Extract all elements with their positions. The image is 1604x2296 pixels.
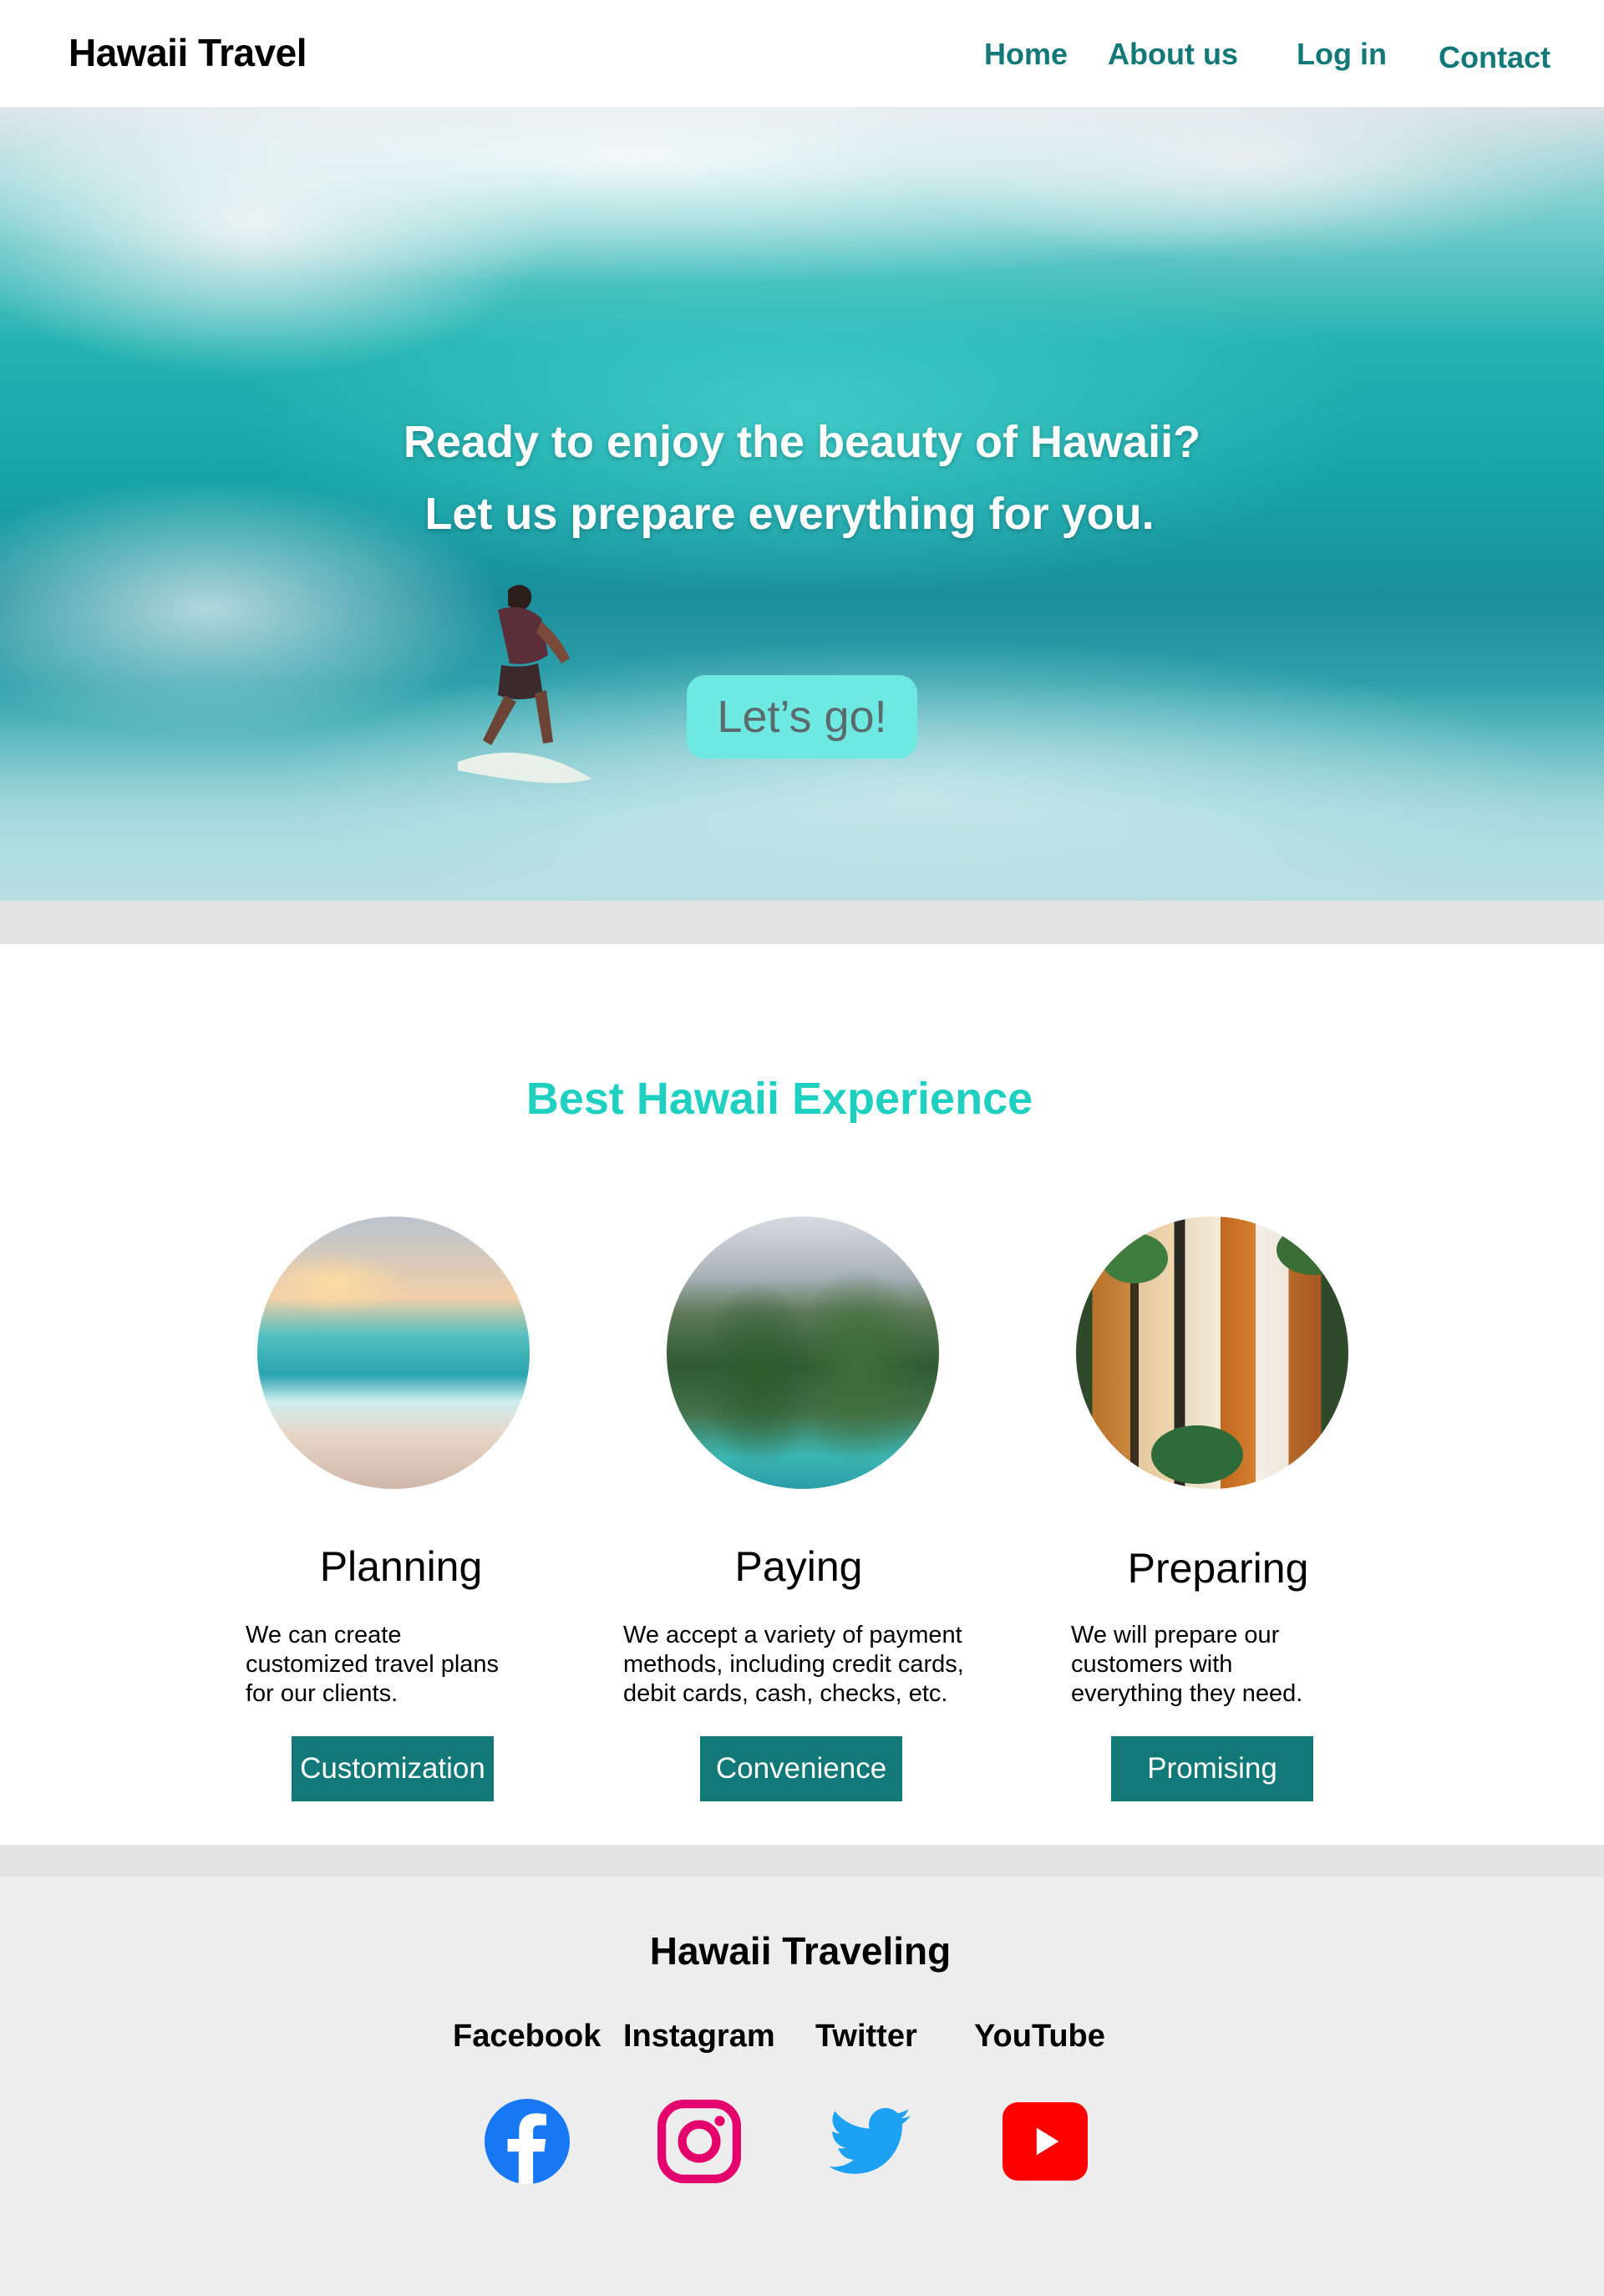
lets-go-button[interactable]: Let’s go!	[687, 675, 917, 759]
hero-banner: Ready to enjoy the beauty of Hawaii? Let…	[0, 107, 1604, 901]
card-description: We can create customized travel plans fo…	[246, 1622, 500, 1707]
facebook-label[interactable]: Facebook	[453, 2019, 601, 2055]
customization-button[interactable]: Customization	[292, 1736, 494, 1801]
hero-headline-line2: Let us prepare everything for you.	[424, 489, 1155, 539]
hero-wave-spray	[0, 107, 1604, 307]
site-header: Hawaii Travel Home About us Log in Conta…	[0, 0, 1604, 107]
nav-contact-link[interactable]: Contact	[1439, 40, 1551, 75]
nav-about-link[interactable]: About us	[1108, 37, 1238, 72]
leaf-shape	[1277, 1225, 1348, 1275]
card-title: Planning	[319, 1543, 483, 1590]
site-footer: Hawaii Traveling Facebook Instagram Twit…	[0, 1877, 1604, 2296]
surfer-illustration	[458, 585, 591, 784]
card-description: We accept a variety of payment methods, …	[623, 1622, 964, 1707]
instagram-label[interactable]: Instagram	[623, 2019, 775, 2055]
divider-band-top	[0, 901, 1604, 944]
brand-logo[interactable]: Hawaii Travel	[69, 30, 307, 75]
card-title: Paying	[734, 1543, 863, 1590]
convenience-button[interactable]: Convenience	[700, 1736, 902, 1801]
youtube-icon[interactable]	[1002, 2099, 1088, 2184]
twitter-label[interactable]: Twitter	[815, 2019, 917, 2055]
facebook-icon[interactable]	[485, 2099, 570, 2184]
hero-headline-line1: Ready to enjoy the beauty of Hawaii?	[403, 417, 1201, 467]
mountain-image	[667, 1217, 939, 1489]
hero-headline: Ready to enjoy the beauty of Hawaii? Let…	[0, 406, 1604, 550]
beach-image	[257, 1217, 530, 1489]
leaf-shape	[1101, 1233, 1168, 1283]
divider-band-bottom	[0, 1845, 1604, 1877]
page: Hawaii Travel Home About us Log in Conta…	[0, 0, 1604, 2296]
surfboards-image	[1076, 1217, 1348, 1489]
promising-button[interactable]: Promising	[1111, 1736, 1313, 1801]
nav-login-link[interactable]: Log in	[1297, 37, 1387, 72]
footer-title: Hawaii Traveling	[649, 1929, 952, 1973]
leaf-shape	[1151, 1425, 1243, 1484]
card-title: Preparing	[1127, 1545, 1309, 1592]
twitter-icon[interactable]	[829, 2099, 914, 2184]
card-description: We will prepare our customers with every…	[1071, 1622, 1303, 1707]
section-title: Best Hawaii Experience	[525, 1074, 1033, 1124]
instagram-icon[interactable]	[657, 2099, 742, 2184]
nav-home-link[interactable]: Home	[984, 37, 1068, 72]
youtube-label[interactable]: YouTube	[974, 2019, 1105, 2055]
